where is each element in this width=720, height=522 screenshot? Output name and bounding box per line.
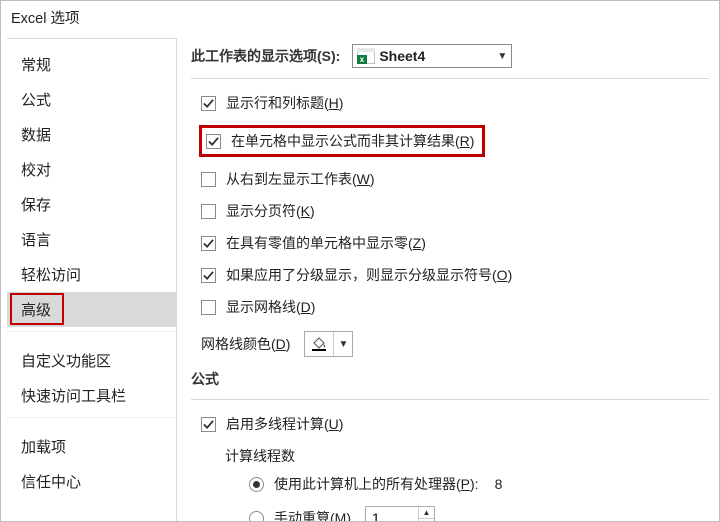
section-divider [191,78,709,79]
label-gridlines: 显示网格线(D) [226,297,315,317]
excel-options-window: Excel 选项 常规 公式 数据 校对 保存 语言 轻松访问 高级 自定义功能… [0,0,720,522]
sidebar-item-data[interactable]: 数据 [7,117,176,152]
gridline-color-button[interactable]: ▼ [304,331,353,357]
checkbox-gridlines[interactable] [201,300,216,315]
spinner-up-icon[interactable]: ▲ [419,507,434,519]
label-page-breaks: 显示分页符(K) [226,201,315,221]
gridline-color-row: 网格线颜色(D) ▼ [177,323,719,363]
checkbox-multithread[interactable] [201,417,216,432]
dropdown-arrow-icon: ▼ [334,339,352,350]
manual-thread-spinner[interactable]: ▲ ▼ [365,506,435,521]
label-outline-symbols: 如果应用了分级显示，则显示分级显示符号(O) [226,265,512,285]
section-divider [191,399,709,400]
window-title: Excel 选项 [1,1,719,32]
label-show-formulas: 在单元格中显示公式而非其计算结果(R) [231,131,474,151]
option-rtl-sheet[interactable]: 从右到左显示工作表(W) [201,163,719,195]
checkbox-show-formulas[interactable] [206,134,221,149]
radio-manual[interactable] [249,511,264,522]
option-page-breaks[interactable]: 显示分页符(K) [201,195,719,227]
sidebar-item-general[interactable]: 常规 [7,47,176,82]
option-show-zero[interactable]: 在具有零值的单元格中显示零(Z) [201,227,719,259]
sidebar-item-advanced[interactable]: 高级 [7,292,176,327]
checkbox-show-zero[interactable] [201,236,216,251]
formulas-options: 启用多线程计算(U) 计算线程数 使用此计算机上的所有处理器(P): 8 手动重… [177,404,719,521]
threads-count-label: 计算线程数 [201,440,719,468]
worksheet-icon: x [357,48,375,64]
label-show-zero: 在具有零值的单元格中显示零(Z) [226,233,426,253]
spinner-down-icon[interactable]: ▼ [419,519,434,522]
paint-bucket-icon [305,336,333,352]
checkbox-row-col-headings[interactable] [201,96,216,111]
window-body: 常规 公式 数据 校对 保存 语言 轻松访问 高级 自定义功能区 快速访问工具栏… [1,32,719,521]
sidebar-item-customize-ribbon[interactable]: 自定义功能区 [7,343,176,378]
advanced-options-panel: 此工作表的显示选项(S): x Sheet4 ▼ 显示行和列标题(H) [177,32,719,521]
label-manual: 手动重算(M) [274,508,351,521]
checkbox-page-breaks[interactable] [201,204,216,219]
radio-all-processors[interactable] [249,477,264,492]
checkbox-outline-symbols[interactable] [201,268,216,283]
threads-radio-group: 使用此计算机上的所有处理器(P): 8 手动重算(M) ▲ ▼ [201,468,719,521]
sidebar-item-quick-access-toolbar[interactable]: 快速访问工具栏 [7,378,176,413]
checkbox-rtl-sheet[interactable] [201,172,216,187]
radio-row-all-processors[interactable]: 使用此计算机上的所有处理器(P): 8 [249,468,719,500]
dropdown-arrow-icon: ▼ [493,51,511,62]
formulas-section-header: 公式 [177,363,719,395]
label-rtl-sheet: 从右到左显示工作表(W) [226,169,375,189]
sidebar-item-addins[interactable]: 加载项 [7,429,176,464]
option-gridlines[interactable]: 显示网格线(D) [201,291,719,323]
highlight-show-formulas: 在单元格中显示公式而非其计算结果(R) [199,125,485,157]
option-outline-symbols[interactable]: 如果应用了分级显示，则显示分级显示符号(O) [201,259,719,291]
worksheet-display-options: 显示行和列标题(H) 在单元格中显示公式而非其计算结果(R) 从右到左显示工作表… [177,83,719,323]
sidebar-item-ease-of-access[interactable]: 轻松访问 [7,257,176,292]
sidebar-item-trust-center[interactable]: 信任中心 [7,464,176,499]
category-sidebar: 常规 公式 数据 校对 保存 语言 轻松访问 高级 自定义功能区 快速访问工具栏… [7,38,177,521]
option-show-formulas[interactable]: 在单元格中显示公式而非其计算结果(R) [201,119,719,163]
radio-row-manual[interactable]: 手动重算(M) ▲ ▼ [249,500,719,521]
option-multithread[interactable]: 启用多线程计算(U) [201,408,719,440]
manual-thread-input[interactable] [366,507,418,521]
label-multithread: 启用多线程计算(U) [226,414,343,434]
worksheet-selector[interactable]: x Sheet4 ▼ [352,44,512,68]
option-row-headings[interactable]: 显示行和列标题(H) [201,87,719,119]
sidebar-item-proofing[interactable]: 校对 [7,152,176,187]
sidebar-item-save[interactable]: 保存 [7,187,176,222]
processor-count: 8 [495,476,503,492]
label-row-col-headings: 显示行和列标题(H) [226,93,343,113]
sidebar-item-formulas[interactable]: 公式 [7,82,176,117]
sidebar-item-language[interactable]: 语言 [7,222,176,257]
display-options-header: 此工作表的显示选项(S): x Sheet4 ▼ [177,38,719,74]
display-options-label: 此工作表的显示选项(S): [191,46,340,66]
gridline-color-label: 网格线颜色(D) [201,334,290,354]
svg-text:x: x [360,55,365,64]
label-all-processors: 使用此计算机上的所有处理器(P): [274,474,479,494]
selected-sheet-name: Sheet4 [379,48,493,64]
